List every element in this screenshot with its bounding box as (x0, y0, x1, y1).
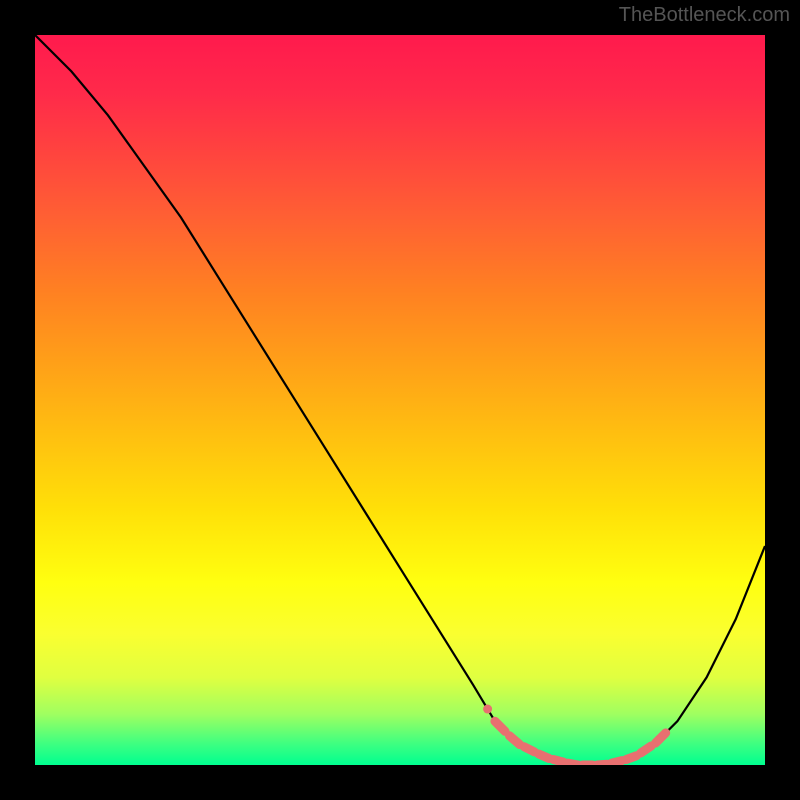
optimal-marker-dash (553, 760, 563, 763)
watermark-text: TheBottleneck.com (619, 4, 790, 27)
optimal-marker-dash (510, 736, 520, 745)
optimal-marker-dot (483, 705, 492, 714)
chart-svg (35, 35, 765, 765)
bottleneck-curve-line (35, 35, 765, 765)
chart-plot-area (35, 35, 765, 765)
optimal-marker-dash (539, 754, 549, 758)
optimal-marker-dash (641, 746, 651, 753)
optimal-marker-dash (524, 747, 534, 752)
optimal-marker-dash (626, 756, 636, 760)
optimal-marker-dash (495, 721, 505, 731)
optimal-marker-dash (568, 763, 578, 765)
optimal-range-markers (483, 705, 666, 765)
optimal-marker-dash (597, 764, 607, 765)
optimal-marker-dot (655, 735, 664, 744)
optimal-marker-dash (612, 761, 622, 764)
